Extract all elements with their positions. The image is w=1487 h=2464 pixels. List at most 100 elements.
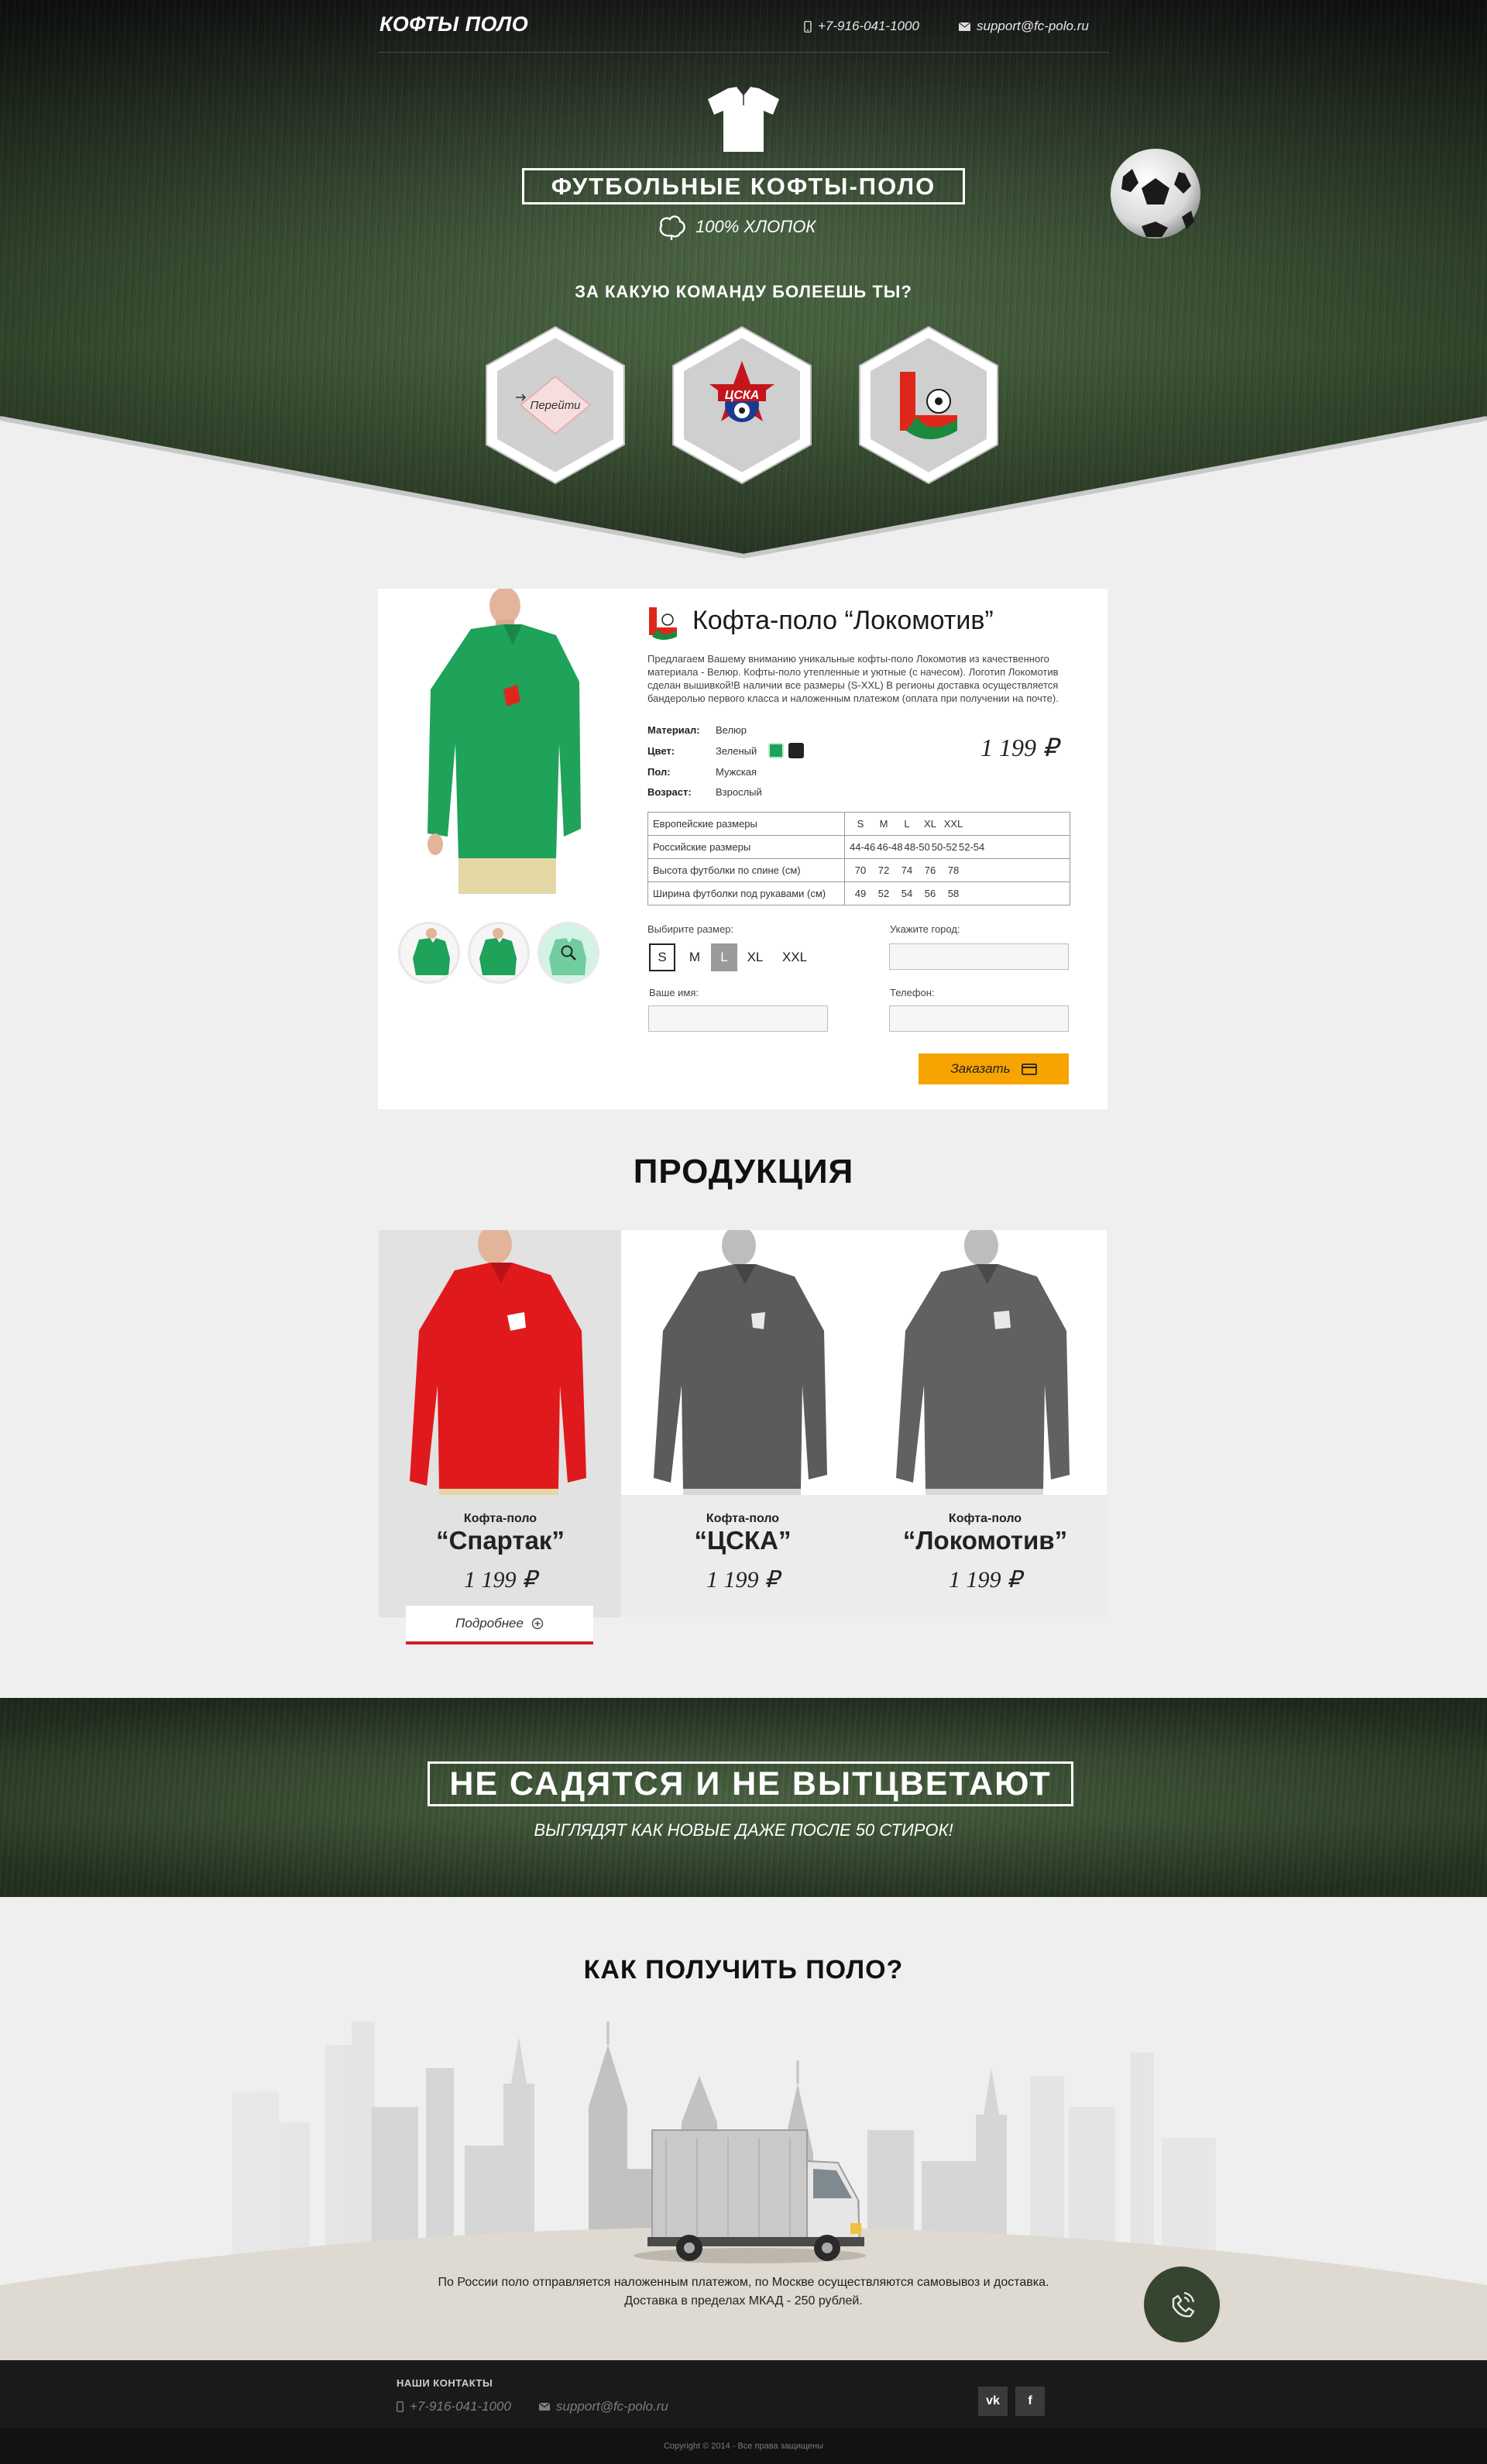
team-hex-lokomotiv[interactable] xyxy=(857,324,1001,486)
products-section-title: ПРОДУКЦИЯ xyxy=(633,1153,854,1191)
table-value: 46-48 xyxy=(877,841,903,853)
city-input[interactable] xyxy=(889,943,1069,970)
header-phone[interactable]: +7-916-041-1000 xyxy=(804,19,919,34)
table-value: 76 xyxy=(924,864,936,876)
thumb-shirt-image xyxy=(413,928,450,975)
top-bar: КОФТЫ ПОЛО +7-916-041-1000 support@fc-po… xyxy=(378,0,1109,53)
color-swatch-black[interactable] xyxy=(788,743,804,758)
size-select-label: Выбирите размер: xyxy=(647,923,734,935)
more-details-button[interactable]: Подробнее xyxy=(406,1606,593,1644)
product-kind: Кофта-поло xyxy=(706,1512,780,1525)
spec-value: Велюр xyxy=(716,724,747,736)
product-price: 1 199 ₽ xyxy=(706,1567,780,1593)
spec-label: Пол: xyxy=(647,766,671,778)
table-row: Европейские размеры S M L XL XXL xyxy=(647,812,1070,836)
product-tile-cska[interactable]: Кофта-поло “ЦСКА” 1 199 ₽ xyxy=(621,1230,864,1617)
table-value: S xyxy=(857,818,864,830)
product-description: Предлагаем Вашему вниманию уникальные ко… xyxy=(647,653,1059,704)
hex-go-button[interactable]: Перейти xyxy=(516,393,595,417)
size-option-s[interactable]: S xyxy=(649,943,675,971)
order-button[interactable]: Заказать xyxy=(919,1053,1069,1084)
phone-input[interactable] xyxy=(889,1005,1069,1032)
table-value: 74 xyxy=(901,864,913,876)
phone-icon xyxy=(397,2401,404,2412)
footer-email[interactable]: support@fc-polo.ru xyxy=(539,2399,668,2414)
table-cell-values: 44-46 46-48 48-50 50-52 52-54 xyxy=(844,835,1070,859)
product-name: “Локомотив” xyxy=(902,1526,1068,1555)
product-kind: Кофта-поло xyxy=(948,1512,1022,1525)
site-logo[interactable]: КОФТЫ ПОЛО xyxy=(379,12,528,36)
spec-value: Зеленый xyxy=(716,745,757,757)
delivery-info: По России поло отправляется наложенным п… xyxy=(0,2273,1487,2311)
delivery-line-1: По России поло отправляется наложенным п… xyxy=(438,2276,1049,2289)
facebook-link[interactable]: f xyxy=(1015,2387,1045,2416)
table-value: 58 xyxy=(947,888,960,899)
header-email[interactable]: support@fc-polo.ru xyxy=(959,19,1089,34)
table-row: Ширина футболки под рукавами (см) 49 52 54… xyxy=(647,881,1070,906)
product-tile-spartak[interactable]: Кофта-поло “Спартак” 1 199 ₽ xyxy=(379,1230,622,1617)
table-value: 54 xyxy=(901,888,913,899)
table-value: 44-46 xyxy=(850,841,876,853)
table-cell-label: Европейские размеры xyxy=(647,812,845,836)
cotton-text: 100% ХЛОПОК xyxy=(695,217,816,236)
product-tile-lokomotiv[interactable]: Кофта-поло “Локомотив” 1 199 ₽ xyxy=(864,1230,1107,1617)
size-option-l[interactable]: L xyxy=(711,943,737,971)
size-option-xl[interactable]: XL xyxy=(742,943,768,971)
footer xyxy=(0,2360,1487,2428)
arrow-right-icon xyxy=(516,393,527,401)
spec-label: Цвет: xyxy=(647,745,675,757)
product-info: Кофта-поло “Спартак” 1 199 ₽ xyxy=(379,1495,622,1617)
team-question: ЗА КАКУЮ КОМАНДУ БОЛЕЕШЬ ТЫ? xyxy=(575,282,912,301)
product-thumb-2[interactable] xyxy=(468,922,530,984)
banner-title: НЕ САДЯТСЯ И НЕ ВЫТЦВЕТАЮТ xyxy=(449,1765,1052,1802)
size-option-m[interactable]: M xyxy=(682,943,708,971)
mail-icon xyxy=(539,2403,550,2411)
table-cell-label: Российские размеры xyxy=(647,835,845,859)
credit-card-icon xyxy=(1021,1063,1037,1075)
hex-frame xyxy=(859,325,998,485)
phone-label: Телефон: xyxy=(890,987,935,998)
table-cell-values: S M L XL XXL xyxy=(844,812,1070,836)
table-value: 70 xyxy=(854,864,867,876)
phone-callback-icon xyxy=(1172,2291,1195,2318)
table-value: 48-50 xyxy=(904,841,930,853)
name-input[interactable] xyxy=(648,1005,828,1032)
size-chart-table: Европейские размеры S M L XL XXL Российские … xyxy=(647,812,1070,906)
table-value: 49 xyxy=(854,888,867,899)
product-main-photo[interactable] xyxy=(404,589,582,894)
facebook-icon: f xyxy=(1028,2394,1032,2407)
table-value: 78 xyxy=(947,864,960,876)
hero-title-frame: ФУТБОЛЬНЫЕ КОФТЫ-ПОЛО xyxy=(522,168,965,204)
vk-link[interactable]: vk xyxy=(978,2387,1008,2416)
footer-contacts-title: НАШИ КОНТАКТЫ xyxy=(397,2377,493,2389)
product-photo-spartak xyxy=(379,1230,622,1495)
team-hex-spartak[interactable]: Перейти xyxy=(483,324,627,486)
callback-button[interactable] xyxy=(1144,2266,1220,2342)
size-option-xxl[interactable]: XXL xyxy=(778,943,812,971)
hero-title: ФУТБОЛЬНЫЕ КОФТЫ-ПОЛО xyxy=(551,172,936,200)
table-cell-label: Высота футболки по спине (см) xyxy=(647,858,845,882)
table-cell-label: Ширина футболки под рукавами (см) xyxy=(647,881,845,906)
team-hex-cska[interactable]: ЦСКА xyxy=(670,324,814,486)
color-swatch-green[interactable] xyxy=(768,743,784,758)
cotton-icon xyxy=(659,215,685,240)
zoom-overlay[interactable] xyxy=(540,924,597,981)
product-price: 1 199 ₽ xyxy=(948,1567,1022,1593)
banner-title-frame: НЕ САДЯТСЯ И НЕ ВЫТЦВЕТАЮТ xyxy=(428,1761,1073,1806)
products-grid: Кофта-поло “Спартак” 1 199 ₽ Кофта-поло … xyxy=(379,1230,1107,1617)
spec-label: Возраст: xyxy=(647,786,692,798)
table-value: M xyxy=(879,818,888,830)
header-email-text: support@fc-polo.ru xyxy=(977,19,1089,33)
football-ball xyxy=(1111,149,1200,239)
product-info: Кофта-поло “ЦСКА” 1 199 ₽ xyxy=(621,1495,864,1617)
table-value: XL xyxy=(924,818,936,830)
footer-phone[interactable]: +7-916-041-1000 xyxy=(397,2399,511,2414)
plus-circle-icon xyxy=(531,1617,544,1630)
table-value: 72 xyxy=(877,864,890,876)
phone-icon xyxy=(804,20,812,33)
product-thumb-3[interactable] xyxy=(537,922,599,984)
copyright-text: Copyright © 2014 - Все права защищены xyxy=(663,2442,824,2451)
product-card: Кофта-поло “Локомотив” Предлагаем Вашему… xyxy=(378,589,1108,1109)
product-thumb-1[interactable] xyxy=(398,922,460,984)
table-value: 56 xyxy=(924,888,936,899)
